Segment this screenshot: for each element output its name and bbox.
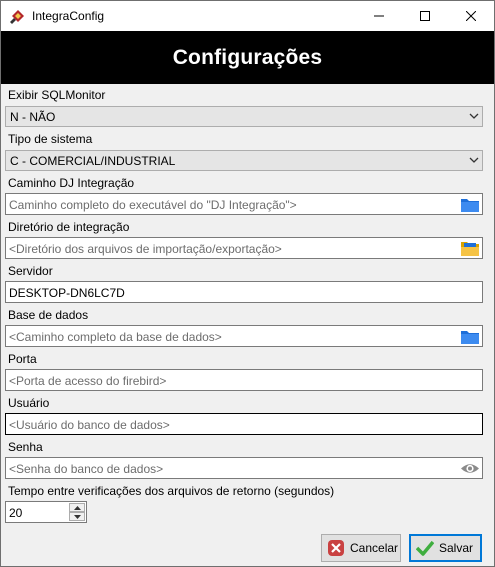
cancel-button[interactable]: Cancelar (321, 534, 401, 562)
page-title: Configurações (172, 45, 323, 69)
porta-placeholder: <Porta de acesso do firebird> (9, 374, 167, 388)
chevron-down-icon (469, 157, 479, 163)
usuario-placeholder: <Usuário do banco de dados> (9, 418, 170, 432)
base-dados-label: Base de dados (8, 308, 89, 322)
sqlmonitor-label: Exibir SQLMonitor (8, 88, 106, 102)
senha-placeholder: <Senha do banco de dados> (9, 462, 164, 476)
tipo-sistema-value: C - COMERCIAL/INDUSTRIAL (10, 154, 176, 168)
sqlmonitor-select[interactable]: N - NÃO (5, 106, 483, 127)
folder-icon[interactable] (460, 196, 480, 213)
tempo-value: 20 (9, 506, 23, 520)
folder-open-icon[interactable] (460, 240, 480, 257)
app-window: IntegraConfig Configurações Exibir SQLMo… (0, 0, 495, 567)
diretorio-input[interactable]: <Diretório dos arquivos de importação/ex… (5, 237, 483, 259)
tempo-label: Tempo entre verificações dos arquivos de… (8, 484, 335, 498)
maximize-icon (420, 11, 430, 21)
diretorio-label: Diretório de integração (8, 220, 130, 234)
title-bar: IntegraConfig (1, 1, 494, 31)
caret-down-icon (73, 514, 81, 519)
stepper-up-button[interactable] (69, 503, 85, 512)
window-title: IntegraConfig (32, 9, 105, 23)
cancel-icon (328, 540, 344, 556)
sqlmonitor-value: N - NÃO (10, 110, 56, 124)
porta-input[interactable]: <Porta de acesso do firebird> (5, 369, 483, 391)
eye-icon[interactable] (460, 460, 480, 477)
base-dados-placeholder: <Caminho completo da base de dados> (9, 330, 222, 344)
senha-input[interactable]: <Senha do banco de dados> (5, 457, 483, 479)
header-banner: Configurações (1, 31, 494, 84)
caminho-dj-placeholder: Caminho completo do executável do "DJ In… (9, 198, 297, 212)
servidor-input[interactable]: DESKTOP-DN6LC7D (5, 281, 483, 303)
chevron-down-icon (469, 113, 479, 119)
app-logo-icon (10, 10, 24, 24)
minimize-icon (374, 15, 384, 17)
close-icon (466, 11, 476, 21)
tempo-stepper[interactable]: 20 (5, 501, 87, 523)
save-label: Salvar (439, 541, 474, 555)
close-button[interactable] (448, 1, 494, 31)
tipo-sistema-label: Tipo de sistema (8, 132, 93, 146)
usuario-label: Usuário (8, 396, 50, 410)
folder-icon[interactable] (460, 328, 480, 345)
senha-label: Senha (8, 440, 43, 454)
servidor-label: Servidor (8, 264, 53, 278)
caminho-dj-label: Caminho DJ Integração (8, 176, 135, 190)
save-button[interactable]: Salvar (409, 534, 482, 562)
caminho-dj-input[interactable]: Caminho completo do executável do "DJ In… (5, 193, 483, 215)
base-dados-input[interactable]: <Caminho completo da base de dados> (5, 325, 483, 347)
usuario-input[interactable]: <Usuário do banco de dados> (5, 413, 483, 435)
servidor-value: DESKTOP-DN6LC7D (9, 286, 125, 300)
tipo-sistema-select[interactable]: C - COMERCIAL/INDUSTRIAL (5, 150, 483, 171)
porta-label: Porta (8, 352, 37, 366)
minimize-button[interactable] (356, 1, 402, 31)
checkmark-icon (416, 540, 434, 556)
stepper-arrows (69, 503, 85, 521)
stepper-down-button[interactable] (69, 512, 85, 521)
diretorio-placeholder: <Diretório dos arquivos de importação/ex… (9, 242, 282, 256)
maximize-button[interactable] (402, 1, 448, 31)
caret-up-icon (73, 505, 81, 510)
cancel-label: Cancelar (350, 541, 399, 555)
